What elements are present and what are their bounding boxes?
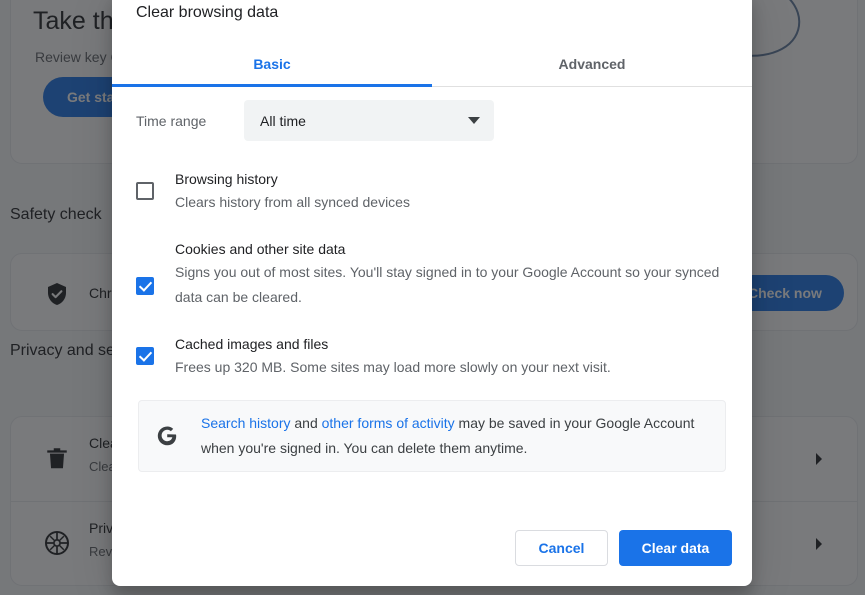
google-g-icon <box>155 424 179 448</box>
checkbox-title: Cached images and files <box>175 336 328 352</box>
tab-basic[interactable]: Basic <box>112 42 432 86</box>
checkbox-description: Signs you out of most sites. You'll stay… <box>175 264 719 305</box>
checkbox-browsing-history[interactable] <box>136 182 154 200</box>
checkbox-text: Cached images and files Frees up 320 MB.… <box>175 333 732 380</box>
checkbox-item-browsing-history[interactable]: Browsing history Clears history from all… <box>136 168 732 215</box>
dialog-body: Time range All time Browsing history Cle… <box>112 86 752 510</box>
time-range-row: Time range All time <box>136 100 494 141</box>
checkbox-item-cached-images[interactable]: Cached images and files Frees up 320 MB.… <box>136 333 732 380</box>
checkbox-description: Clears history from all synced devices <box>175 194 410 210</box>
google-account-note: Search history and other forms of activi… <box>138 400 726 472</box>
checkbox-cached-images[interactable] <box>136 347 154 365</box>
dialog-title: Clear browsing data <box>136 4 278 22</box>
checkbox-text: Browsing history Clears history from all… <box>175 168 732 215</box>
clear-data-button[interactable]: Clear data <box>619 530 732 566</box>
tab-advanced[interactable]: Advanced <box>432 42 752 86</box>
checkbox-title: Cookies and other site data <box>175 241 345 257</box>
checkbox-description: Frees up 320 MB. Some sites may load mor… <box>175 359 611 375</box>
cancel-button[interactable]: Cancel <box>515 530 608 566</box>
checkbox-cookies[interactable] <box>136 277 154 295</box>
checkbox-text: Cookies and other site data Signs you ou… <box>175 238 732 310</box>
checkbox-item-cookies[interactable]: Cookies and other site data Signs you ou… <box>136 238 732 310</box>
time-range-label: Time range <box>136 113 244 129</box>
chevron-down-icon <box>468 117 480 124</box>
other-activity-link[interactable]: other forms of activity <box>322 415 455 431</box>
time-range-select[interactable]: All time <box>244 100 494 141</box>
checkbox-title: Browsing history <box>175 171 278 187</box>
search-history-link[interactable]: Search history <box>201 415 290 431</box>
clear-browsing-data-dialog: Clear browsing data Basic Advanced Time … <box>112 0 752 586</box>
google-note-text: Search history and other forms of activi… <box>201 411 709 461</box>
google-note-mid: and <box>290 415 321 431</box>
time-range-value: All time <box>260 113 468 129</box>
dialog-actions: Cancel Clear data <box>112 510 752 586</box>
dialog-tabstrip: Basic Advanced <box>112 42 752 87</box>
